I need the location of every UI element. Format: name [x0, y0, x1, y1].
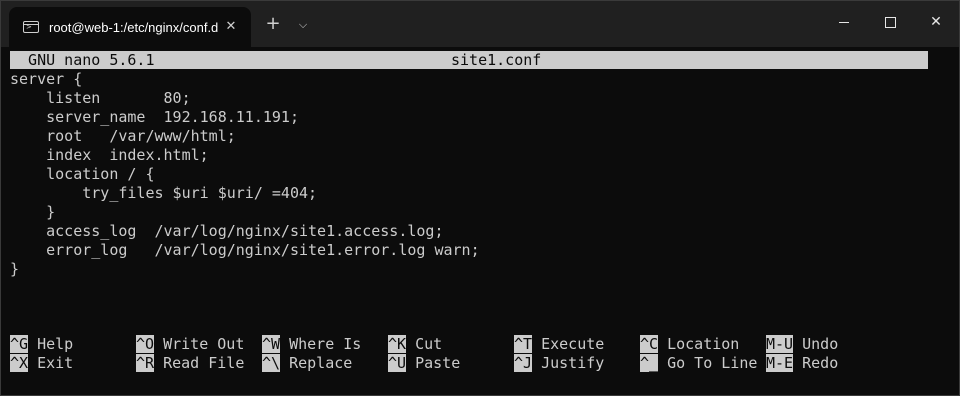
editor-line: root /var/www/html; [10, 127, 236, 145]
shortcut-label: Paste [415, 354, 461, 372]
shortcut-execute[interactable]: ^T Execute [514, 335, 604, 354]
shortcut-justify[interactable]: ^J Justify [514, 354, 604, 373]
minimize-icon [839, 21, 849, 23]
tab-title: root@web-1:/etc/nginx/conf.d [49, 19, 219, 35]
editor-line: error_log /var/log/nginx/site1.error.log… [10, 241, 480, 259]
new-tab-button[interactable]: + [263, 13, 283, 35]
shortcut-key: ^O [136, 335, 155, 353]
title-bar: root@web-1:/etc/nginx/conf.d ✕ + ⌵ ✕ [1, 1, 959, 47]
shortcut-paste[interactable]: ^U Paste [388, 354, 460, 373]
editor-line: location / { [10, 165, 155, 183]
shortcut-where-is[interactable]: ^W Where Is [262, 335, 361, 354]
shortcut-key: ^C [640, 335, 659, 353]
chevron-down-icon[interactable]: ⌵ [293, 15, 313, 35]
shortcut-undo[interactable]: M-U Undo [766, 335, 838, 354]
shortcut-write-out[interactable]: ^O Write Out [136, 335, 244, 354]
nano-filename: site1.conf [451, 51, 542, 69]
shortcut-label: Replace [289, 354, 353, 372]
shortcut-key: ^R [136, 354, 155, 372]
shortcut-label: Exit [37, 354, 74, 372]
shortcut-key: ^T [514, 335, 533, 353]
shortcut-key: ^U [388, 354, 407, 372]
shortcut-redo[interactable]: M-E Redo [766, 354, 838, 373]
shortcut-key: ^W [262, 335, 281, 353]
shortcut-label: Write Out [163, 335, 245, 353]
shortcut-cut[interactable]: ^K Cut [388, 335, 442, 354]
shortcut-key: ^X [10, 354, 29, 372]
nano-shortcut-bar: ^G Help ^O Write Out ^W Where Is ^K Cut … [10, 335, 952, 373]
close-tab-icon[interactable]: ✕ [223, 19, 239, 35]
shortcut-exit[interactable]: ^X Exit [10, 354, 73, 373]
shortcut-key: ^_ [640, 354, 659, 372]
shortcut-label: Cut [415, 335, 443, 353]
shortcut-label: Undo [802, 335, 839, 353]
shortcut-row-1: ^G Help ^O Write Out ^W Where Is ^K Cut … [10, 335, 952, 354]
shortcut-read-file[interactable]: ^R Read File [136, 354, 244, 373]
minimize-button[interactable] [821, 5, 867, 39]
terminal-area[interactable]: GNU nano 5.6.1 site1.conf server { liste… [10, 51, 952, 391]
shortcut-label: Redo [802, 354, 839, 372]
editor-line: server { [10, 70, 83, 88]
shortcut-label: Read File [163, 354, 245, 372]
shortcut-key: M-E [766, 354, 794, 372]
tab-terminal[interactable]: root@web-1:/etc/nginx/conf.d ✕ [9, 7, 251, 47]
close-window-button[interactable]: ✕ [913, 5, 959, 39]
nano-header-bar: GNU nano 5.6.1 site1.conf [10, 51, 928, 69]
shortcut-label: Execute [541, 335, 605, 353]
shortcut-label: Go To Line [667, 354, 758, 372]
nano-version: GNU nano 5.6.1 [10, 51, 155, 69]
editor-line: access_log /var/log/nginx/site1.access.l… [10, 222, 444, 240]
shortcut-key: M-U [766, 335, 794, 353]
shortcut-key: ^K [388, 335, 407, 353]
shortcut-location[interactable]: ^C Location [640, 335, 739, 354]
shortcut-label: Location [667, 335, 740, 353]
shortcut-label: Where Is [289, 335, 362, 353]
editor-buffer[interactable]: server { listen 80; server_name 192.168.… [10, 70, 480, 279]
shortcut-replace[interactable]: ^\ Replace [262, 354, 352, 373]
shortcut-help[interactable]: ^G Help [10, 335, 73, 354]
editor-line: index index.html; [10, 146, 209, 164]
shortcut-go-to-line[interactable]: ^_ Go To Line [640, 354, 757, 373]
shortcut-label: Help [37, 335, 74, 353]
shortcut-row-2: ^X Exit ^R Read File ^\ Replace ^U Paste… [10, 354, 952, 373]
editor-line: } [10, 203, 56, 221]
editor-line: listen 80; [10, 89, 191, 107]
maximize-button[interactable] [867, 5, 913, 39]
editor-line: try_files $uri $uri/ =404; [10, 184, 318, 202]
shortcut-label: Justify [541, 354, 605, 372]
shortcut-key: ^J [514, 354, 533, 372]
shortcut-key: ^G [10, 335, 29, 353]
shortcut-key: ^\ [262, 354, 281, 372]
maximize-icon [884, 16, 896, 28]
terminal-window: root@web-1:/etc/nginx/conf.d ✕ + ⌵ ✕ GNU… [0, 0, 960, 396]
editor-line: } [10, 260, 20, 278]
editor-line: server_name 192.168.11.191; [10, 108, 299, 126]
terminal-icon [23, 21, 39, 33]
